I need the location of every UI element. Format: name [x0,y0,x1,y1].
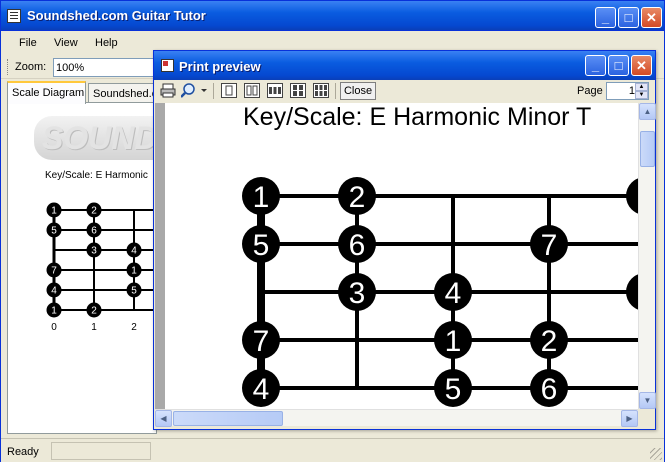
note-label: 7 [51,266,57,277]
scale-diagram-panel: SOUNDSHED Key/Scale: E Harmonic 12563471… [7,102,157,434]
preview-close-button[interactable]: Close [340,82,376,100]
note-label: 5 [131,286,137,297]
preview-page: Key/Scale: E Harmonic Minor T 1256734712… [165,103,638,409]
fret-number: 1 [91,322,97,333]
vertical-scrollbar[interactable]: ▲ ▼ [638,103,656,409]
three-pages-icon[interactable] [267,83,283,98]
maximize-icon: □ [614,58,623,73]
key-scale-label: Key/Scale: E Harmonic [45,170,148,181]
note-label: 4 [131,246,137,257]
zoom-input[interactable]: 100% [53,58,157,77]
menu-file[interactable]: File [19,37,37,49]
note-label: 1 [445,325,462,358]
note-label: 2 [91,306,97,317]
note-label: 5 [253,229,270,262]
note-label: 7 [253,325,270,358]
tab-scale-diagram[interactable]: Scale Diagram [7,81,86,104]
scroll-left-icon[interactable]: ◀ [155,410,172,427]
note-label: 2 [541,325,558,358]
vertical-scroll-thumb[interactable] [640,131,655,167]
note-label: 6 [91,226,97,237]
print-preview-titlebar[interactable]: Print preview _ □ ✕ [154,51,655,80]
minimize-icon: _ [591,58,600,73]
note-marker [626,274,638,310]
note-label: 1 [253,181,270,214]
print-preview-toolbar: Close Page 1 ▲ ▼ [155,80,654,102]
note-label: 2 [91,206,97,217]
six-pages-icon[interactable] [313,83,329,98]
print-preview-icon [161,59,174,72]
print-preview-window: Print preview _ □ ✕ Close Page 1 ▲ ▼ Key… [153,50,656,430]
spin-up-icon[interactable]: ▲ [635,83,648,91]
print-preview-title: Print preview [179,59,261,74]
fret-number: 2 [131,322,137,333]
note-label: 3 [91,246,97,257]
two-pages-icon[interactable] [244,83,260,98]
toolbar-separator [335,83,336,99]
page-label: Page [577,85,603,97]
scroll-down-icon[interactable]: ▼ [639,392,656,409]
resize-grip[interactable] [650,448,662,460]
pv-minimize-button[interactable]: _ [585,55,606,76]
close-icon: ✕ [646,10,657,25]
note-label: 6 [349,229,366,262]
tab-soundshed[interactable]: Soundshed.c [88,83,158,103]
zoom-icon[interactable] [181,83,207,98]
menu-help[interactable]: Help [95,37,118,49]
note-label: 6 [541,373,558,406]
horizontal-scrollbar[interactable]: ◀ ▶ [155,409,638,427]
toolbar-grip[interactable] [7,59,10,75]
horizontal-scroll-thumb[interactable] [173,411,283,426]
four-pages-icon[interactable] [290,83,306,98]
statusbar: Ready [1,438,664,462]
pv-maximize-button[interactable]: □ [608,55,629,76]
note-marker [626,178,638,214]
page-number-stepper[interactable]: 1 ▲ ▼ [606,82,649,100]
preview-fretboard: 1 2 5 6 7 3 4 7 1 2 4 5 6 [242,177,638,407]
preview-viewport[interactable]: Key/Scale: E Harmonic Minor T 1256734712… [155,103,638,409]
page-number-value: 1 [628,85,635,97]
status-text: Ready [7,446,39,458]
note-label: 4 [51,286,57,297]
minimize-button[interactable]: _ [595,7,616,28]
note-label: 5 [51,226,57,237]
note-label: 1 [51,306,57,317]
toolbar-separator [213,83,214,99]
fret-number: 0 [51,322,57,333]
maximize-button[interactable]: □ [618,7,639,28]
note-label: 3 [349,277,366,310]
print-icon[interactable] [160,83,176,98]
maximize-icon: □ [624,10,633,25]
status-panel [51,442,151,460]
app-title: Soundshed.com Guitar Tutor [27,8,206,23]
note-label: 5 [445,373,462,406]
close-icon: ✕ [636,58,647,73]
note-label: 1 [51,206,57,217]
app-icon [7,9,21,23]
note-label: 2 [349,181,366,214]
minimize-icon: _ [601,10,610,25]
main-titlebar[interactable]: Soundshed.com Guitar Tutor _ □ ✕ [1,1,664,31]
pv-close-button[interactable]: ✕ [631,55,652,76]
note-label: 4 [445,277,462,310]
note-label: 7 [541,229,558,262]
page-spin-buttons[interactable]: ▲ ▼ [635,83,648,99]
scroll-right-icon[interactable]: ▶ [621,410,638,427]
close-button[interactable]: ✕ [641,7,662,28]
note-label: 4 [253,373,270,406]
scroll-up-icon[interactable]: ▲ [639,103,656,120]
one-page-icon[interactable] [221,83,237,98]
small-fretboard: 1 2 5 6 3 4 7 1 4 5 1 2 0 1 2 [46,202,156,333]
menu-view[interactable]: View [54,37,78,49]
note-label: 1 [131,266,137,277]
scrollbar-corner [638,409,655,426]
spin-down-icon[interactable]: ▼ [635,91,648,99]
tab-strip: Scale Diagram Soundshed.c [7,81,158,104]
zoom-label: Zoom: [15,61,47,73]
soundshed-logo: SOUNDSHED [34,116,156,160]
